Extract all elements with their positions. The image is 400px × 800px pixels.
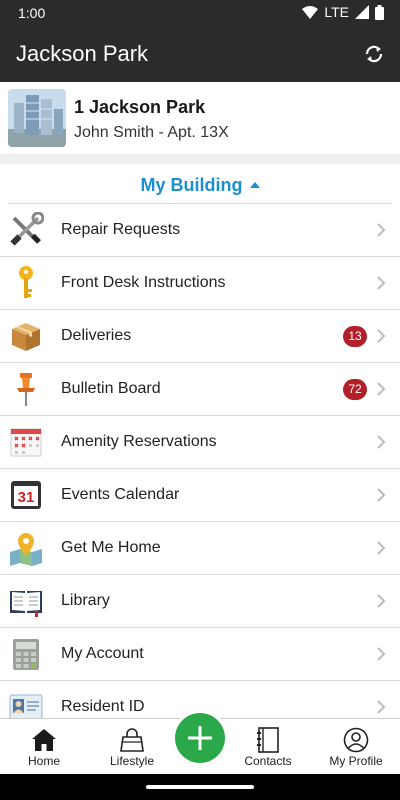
menu-label: Amenity Reservations (61, 433, 217, 450)
screen: 1:00 LTE Jackson Park 1 Jackson Park Joh… (0, 0, 400, 800)
resident-info: John Smith - Apt. 13X (74, 124, 229, 141)
shopping-bag-icon (120, 728, 144, 752)
app-title: Jackson Park (16, 41, 149, 66)
tools-icon (10, 212, 44, 246)
menu-item-my-account[interactable]: My Account (0, 628, 400, 681)
nav-contacts[interactable]: Contacts (228, 719, 308, 775)
chevron-right-icon (377, 382, 386, 396)
nav-home[interactable]: Home (4, 719, 84, 775)
book-icon (10, 591, 42, 617)
nav-my-profile[interactable]: My Profile (316, 719, 396, 775)
app-bar: Jackson Park (0, 26, 400, 82)
menu-item-repair-requests[interactable]: Repair Requests (0, 204, 400, 257)
reservation-calendar-icon (10, 428, 42, 457)
add-button[interactable] (175, 713, 225, 763)
nav-label: My Profile (329, 754, 383, 768)
package-icon (12, 323, 40, 351)
wifi-icon (302, 5, 319, 19)
nav-lifestyle[interactable]: Lifestyle (92, 719, 172, 775)
bulletin-count-badge: 72 (343, 379, 367, 400)
caret-up-icon (249, 182, 260, 188)
home-gesture-bar[interactable] (146, 785, 254, 789)
chevron-right-icon (377, 276, 386, 290)
chevron-right-icon (377, 435, 386, 449)
nav-label: Contacts (244, 754, 292, 768)
profile-icon (343, 727, 369, 753)
battery-icon (375, 4, 384, 20)
menu-item-bulletin-board[interactable]: Bulletin Board 72 (0, 363, 400, 416)
refresh-icon[interactable] (362, 42, 386, 66)
contacts-book-icon (257, 727, 279, 753)
my-building-toggle[interactable]: My Building (0, 164, 400, 204)
home-icon (32, 729, 56, 751)
menu-label: Get Me Home (61, 539, 161, 556)
chevron-right-icon (377, 488, 386, 502)
building-menu: Repair Requests Front Desk Instructions … (0, 204, 400, 734)
chevron-right-icon (377, 541, 386, 555)
chevron-right-icon (377, 223, 386, 237)
menu-label: My Account (61, 645, 144, 662)
pushpin-icon (17, 373, 35, 406)
chevron-right-icon (377, 329, 386, 343)
key-icon (19, 266, 33, 298)
chevron-right-icon (377, 647, 386, 661)
network-type: LTE (324, 4, 349, 20)
nav-label: Home (27, 754, 60, 768)
system-gesture-area (0, 774, 400, 800)
calendar-31-icon: 31 (11, 481, 41, 509)
status-indicators: LTE (302, 4, 384, 20)
menu-item-amenity-reservations[interactable]: Amenity Reservations (0, 416, 400, 469)
menu-item-front-desk-instructions[interactable]: Front Desk Instructions (0, 257, 400, 310)
chevron-right-icon (377, 594, 386, 608)
calculator-icon (13, 639, 39, 670)
menu-item-get-me-home[interactable]: Get Me Home (0, 522, 400, 575)
menu-item-events-calendar[interactable]: 31 Events Calendar (0, 469, 400, 522)
menu-label: Front Desk Instructions (61, 274, 226, 291)
menu-item-library[interactable]: Library (0, 575, 400, 628)
menu-label: Deliveries (61, 327, 132, 344)
status-bar: 1:00 LTE (0, 0, 400, 26)
building-photo (8, 89, 66, 147)
signal-icon (355, 5, 369, 19)
plus-icon (188, 726, 212, 750)
menu-label: Repair Requests (61, 221, 181, 238)
section-title: My Building (140, 175, 243, 195)
building-name: 1 Jackson Park (74, 97, 206, 117)
svg-text:31: 31 (18, 489, 35, 506)
deliveries-count-badge: 13 (343, 326, 367, 347)
section-divider (0, 154, 400, 164)
status-time: 1:00 (18, 5, 46, 21)
nav-label: Lifestyle (109, 754, 155, 768)
menu-label: Bulletin Board (61, 380, 161, 397)
menu-item-deliveries[interactable]: Deliveries 13 (0, 310, 400, 363)
menu-label: Events Calendar (61, 486, 180, 503)
menu-label: Resident ID (61, 698, 145, 715)
menu-label: Library (61, 592, 110, 609)
building-header[interactable]: 1 Jackson Park John Smith - Apt. 13X (0, 82, 400, 154)
chevron-right-icon (377, 700, 386, 714)
map-pin-icon (10, 533, 42, 566)
